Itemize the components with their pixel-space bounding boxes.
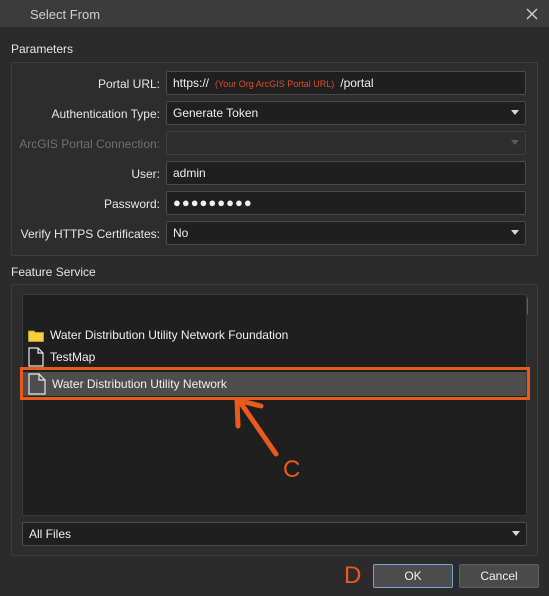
- portal-url-prefix: https://: [173, 76, 210, 90]
- auth-type-value: Generate Token: [173, 106, 259, 120]
- title-bar: Select From: [0, 0, 549, 28]
- portal-url-label: Portal URL:: [97, 77, 160, 91]
- annotation-arrow-icon: [234, 397, 279, 457]
- verify-https-label: Verify HTTPS Certificates:: [20, 227, 160, 241]
- portal-url-suffix: /portal: [340, 76, 374, 90]
- file-type-value: All Files: [29, 527, 72, 541]
- user-value: admin: [173, 166, 206, 180]
- chevron-down-icon: [512, 531, 520, 536]
- auth-type-label: Authentication Type:: [51, 107, 160, 121]
- user-label: User:: [131, 167, 160, 181]
- annotation-c: C: [283, 456, 301, 483]
- cancel-button[interactable]: Cancel: [459, 564, 539, 588]
- list-item-label: Water Distribution Utility Network Found…: [50, 328, 289, 342]
- ok-button[interactable]: OK: [373, 564, 453, 588]
- close-icon[interactable]: [523, 5, 541, 23]
- user-field[interactable]: admin: [166, 161, 526, 185]
- portal-url-field[interactable]: https:// (Your Org ArcGIS Portal URL) /por…: [166, 71, 526, 95]
- list-item-label: TestMap: [50, 350, 96, 364]
- list-item-label: Water Distribution Utility Network: [52, 377, 227, 391]
- chevron-down-icon: [511, 110, 519, 115]
- verify-https-select[interactable]: No: [166, 221, 526, 245]
- password-label: Password:: [103, 197, 160, 211]
- parameters-section-label: Parameters: [11, 42, 74, 56]
- file-type-select[interactable]: All Files: [22, 522, 527, 546]
- portal-connection-select: [166, 131, 526, 155]
- portal-url-hint: (Your Org ArcGIS Portal URL): [215, 79, 335, 89]
- chevron-down-icon: [511, 230, 519, 235]
- password-field[interactable]: ●●●●●●●●●: [166, 191, 526, 215]
- verify-https-value: No: [173, 226, 189, 240]
- window-title: Select From: [30, 7, 101, 22]
- chevron-down-icon: [511, 140, 519, 145]
- feature-service-section-label: Feature Service: [11, 265, 96, 279]
- annotation-d: D: [344, 562, 362, 589]
- file-icon: [28, 347, 44, 367]
- portal-connection-label: ArcGIS Portal Connection:: [19, 137, 160, 151]
- list-item[interactable]: TestMap: [23, 346, 526, 368]
- list-item[interactable]: Water Distribution Utility Network Found…: [23, 324, 526, 346]
- auth-type-select[interactable]: Generate Token: [166, 101, 526, 125]
- folder-icon: [28, 330, 44, 342]
- file-icon: [28, 373, 46, 395]
- password-value: ●●●●●●●●●: [173, 195, 253, 210]
